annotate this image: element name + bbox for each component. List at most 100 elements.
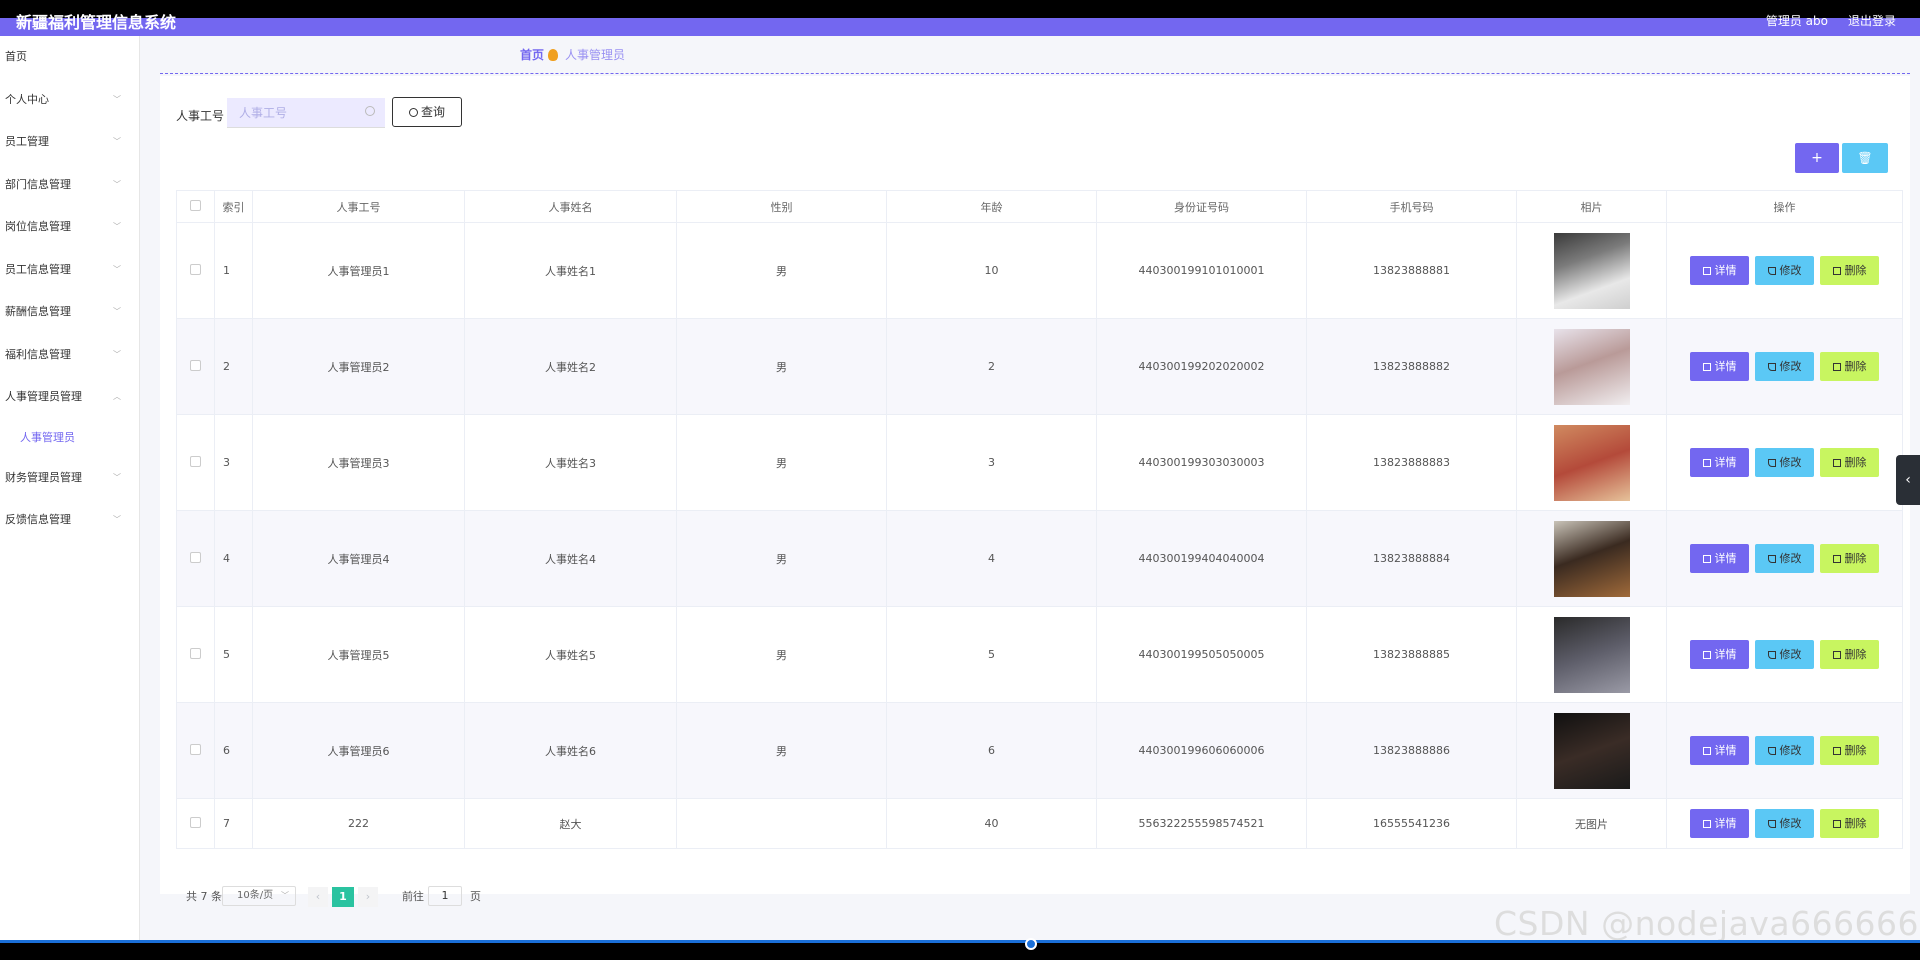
cell-index: 4 (214, 510, 253, 607)
row-checkbox[interactable] (190, 263, 201, 275)
row-checkbox-cell[interactable] (176, 318, 215, 415)
delete-button[interactable]: 删除 (1820, 640, 1879, 669)
detail-button-label: 详情 (1714, 744, 1737, 757)
detail-button-label: 详情 (1714, 456, 1737, 469)
cell-phone: 13823888885 (1306, 606, 1517, 703)
trash-icon (1832, 820, 1841, 828)
delete-button[interactable]: 删除 (1820, 448, 1879, 477)
edit-button[interactable]: 修改 (1755, 544, 1814, 573)
page-number-current[interactable]: 1 (332, 887, 354, 907)
detail-button[interactable]: 详情 (1690, 809, 1749, 838)
sidebar-item-label: 岗位信息管理 (5, 220, 71, 233)
row-checkbox[interactable] (190, 816, 201, 828)
table-header: 索引 人事工号 人事姓名 性别 年龄 身份证号码 手机号码 相片 操作 (176, 190, 1903, 223)
sidebar-item-welfare[interactable]: 福利信息管理 ﹀ (0, 334, 139, 377)
sidebar-item-employee-info[interactable]: 员工信息管理 ﹀ (0, 249, 139, 292)
cell-gender: 男 (676, 414, 887, 511)
sidebar-item-salary[interactable]: 薪酬信息管理 ﹀ (0, 291, 139, 334)
query-button[interactable]: 查询 (392, 97, 462, 127)
edit-button-label: 修改 (1779, 552, 1802, 565)
batch-delete-button[interactable]: 🗑 (1842, 143, 1888, 173)
prev-page-button[interactable]: ‹ (308, 887, 328, 907)
goto-page-input[interactable]: 1 (428, 886, 462, 906)
cell-index: 2 (214, 318, 253, 415)
trash-icon (1832, 267, 1841, 275)
photo-thumbnail[interactable] (1553, 424, 1630, 501)
row-checkbox[interactable] (190, 455, 201, 467)
collapse-panel-button[interactable]: ‹ (1896, 455, 1920, 505)
sidebar-item-home[interactable]: 首页 (0, 36, 139, 79)
breadcrumb-home[interactable]: 首页 (520, 36, 544, 74)
cell-name: 人事姓名5 (464, 606, 677, 703)
sidebar-subitem-hr-admin[interactable]: 人事管理员 (0, 419, 139, 457)
row-checkbox-cell[interactable] (176, 222, 215, 319)
edit-button[interactable]: 修改 (1755, 736, 1814, 765)
edit-button[interactable]: 修改 (1755, 352, 1814, 381)
sidebar-item-label: 反馈信息管理 (5, 513, 71, 526)
detail-button[interactable]: 详情 (1690, 352, 1749, 381)
photo-thumbnail[interactable] (1553, 616, 1630, 693)
document-icon (1702, 555, 1711, 563)
delete-button[interactable]: 删除 (1820, 544, 1879, 573)
sidebar-item-label: 福利信息管理 (5, 347, 71, 361)
select-all-checkbox[interactable] (190, 199, 201, 211)
cell-id-card: 440300199606060006 (1096, 702, 1307, 799)
row-checkbox[interactable] (190, 359, 201, 371)
sidebar-item-department[interactable]: 部门信息管理 ﹀ (0, 164, 139, 207)
edit-button-label: 修改 (1779, 648, 1802, 661)
edit-button[interactable]: 修改 (1755, 640, 1814, 669)
app-title: 新疆福利管理信息系统 (16, 13, 177, 32)
photo-thumbnail[interactable] (1553, 520, 1630, 597)
column-header: 人事工号 (252, 190, 465, 223)
add-button[interactable]: + (1795, 143, 1839, 173)
logout-link[interactable]: 退出登录 (1848, 14, 1896, 28)
sidebar-item-position[interactable]: 岗位信息管理 ﹀ (0, 206, 139, 249)
chevron-down-icon: ﹀ (113, 94, 121, 104)
cell-photo (1516, 702, 1667, 799)
sidebar-item-staff[interactable]: 员工管理 ﹀ (0, 121, 139, 164)
page-size-select[interactable]: 10条/页 ﹀ (222, 886, 296, 906)
delete-button[interactable]: 删除 (1820, 736, 1879, 765)
sidebar-item-profile[interactable]: 个人中心 ﹀ (0, 79, 139, 122)
sidebar-item-finance-admin[interactable]: 财务管理员管理 ﹀ (0, 457, 139, 500)
header-checkbox-cell[interactable] (176, 190, 215, 223)
cell-photo (1516, 318, 1667, 415)
row-checkbox[interactable] (190, 647, 201, 659)
cell-gender: 男 (676, 318, 887, 415)
row-checkbox-cell[interactable] (176, 606, 215, 703)
row-checkbox[interactable] (190, 743, 201, 755)
cell-photo (1516, 414, 1667, 511)
sidebar-item-label: 个人中心 (5, 92, 49, 106)
delete-button[interactable]: 删除 (1820, 256, 1879, 285)
next-page-button[interactable]: › (358, 887, 378, 907)
search-input[interactable] (227, 98, 385, 128)
cell-id: 222 (252, 798, 465, 849)
row-checkbox-cell[interactable] (176, 798, 215, 849)
column-header: 人事姓名 (464, 190, 677, 223)
row-checkbox-cell[interactable] (176, 414, 215, 511)
detail-button[interactable]: 详情 (1690, 544, 1749, 573)
detail-button[interactable]: 详情 (1690, 640, 1749, 669)
cell-name: 人事姓名2 (464, 318, 677, 415)
photo-thumbnail[interactable] (1553, 232, 1630, 309)
row-checkbox-cell[interactable] (176, 702, 215, 799)
edit-button[interactable]: 修改 (1755, 809, 1814, 838)
page-suffix: 页 (470, 890, 481, 903)
delete-button[interactable]: 删除 (1820, 352, 1879, 381)
sidebar-item-hr-admin[interactable]: 人事管理员管理 ︿ (0, 376, 139, 419)
edit-button[interactable]: 修改 (1755, 256, 1814, 285)
detail-button[interactable]: 详情 (1690, 736, 1749, 765)
detail-button[interactable]: 详情 (1690, 256, 1749, 285)
search-label: 人事工号 (176, 109, 225, 123)
edit-button[interactable]: 修改 (1755, 448, 1814, 477)
photo-thumbnail[interactable] (1553, 328, 1630, 405)
goto-label: 前往 (402, 890, 424, 903)
sidebar-item-feedback[interactable]: 反馈信息管理 ﹀ (0, 499, 139, 542)
row-checkbox-cell[interactable] (176, 510, 215, 607)
row-checkbox[interactable] (190, 551, 201, 563)
watermark: CSDN @nodejava666666 (1494, 904, 1920, 943)
delete-button[interactable]: 删除 (1820, 809, 1879, 838)
detail-button[interactable]: 详情 (1690, 448, 1749, 477)
photo-thumbnail[interactable] (1553, 712, 1630, 789)
sidebar-item-label: 员工信息管理 (5, 262, 71, 276)
